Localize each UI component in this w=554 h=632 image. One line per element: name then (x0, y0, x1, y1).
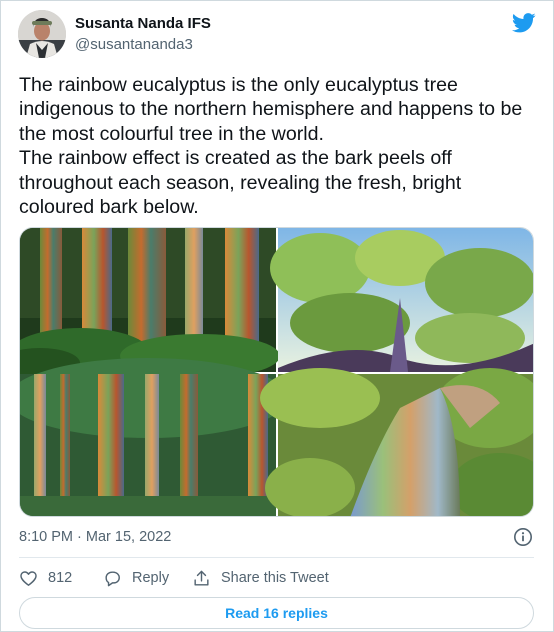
reply-label: Reply (132, 570, 170, 586)
photo-rainbow-eucalyptus-forest[interactable] (20, 228, 280, 378)
heart-icon (20, 570, 37, 586)
reply-button[interactable]: Reply (103, 567, 169, 589)
share-arrow-icon (194, 570, 209, 586)
author-handle[interactable]: @susantananda3 (75, 36, 193, 53)
photo-canopy-sky[interactable] (270, 228, 534, 372)
avatar[interactable] (18, 10, 66, 58)
divider (19, 557, 534, 558)
read-replies-button[interactable]: Read 16 replies (19, 597, 534, 629)
like-count: 812 (48, 570, 73, 586)
tweet-paragraph: The rainbow eucalyptus is the only eucal… (19, 74, 523, 145)
twitter-bird-icon[interactable] (511, 13, 536, 33)
speech-bubble-icon (105, 570, 120, 586)
photo-grid (19, 227, 534, 517)
author-display-name[interactable]: Susanta Nanda IFS (75, 15, 211, 32)
like-button[interactable]: 812 (19, 567, 72, 589)
tweet-paragraph: The rainbow effect is created as the bar… (19, 147, 462, 219)
avatar-photo (18, 10, 66, 58)
share-button[interactable]: Share this Tweet (192, 567, 329, 589)
share-label: Share this Tweet (221, 570, 329, 586)
tweet-timestamp[interactable]: 8:10 PM · Mar 15, 2022 (19, 529, 171, 545)
photo-trunk-closeup[interactable] (260, 368, 534, 517)
photo-slender-trunks[interactable] (20, 358, 288, 517)
info-icon[interactable] (513, 527, 533, 547)
tweet-text: The rainbow eucalyptus is the only eucal… (19, 73, 539, 219)
tweet-card: Susanta Nanda IFS @susantananda3 The rai… (0, 0, 554, 632)
